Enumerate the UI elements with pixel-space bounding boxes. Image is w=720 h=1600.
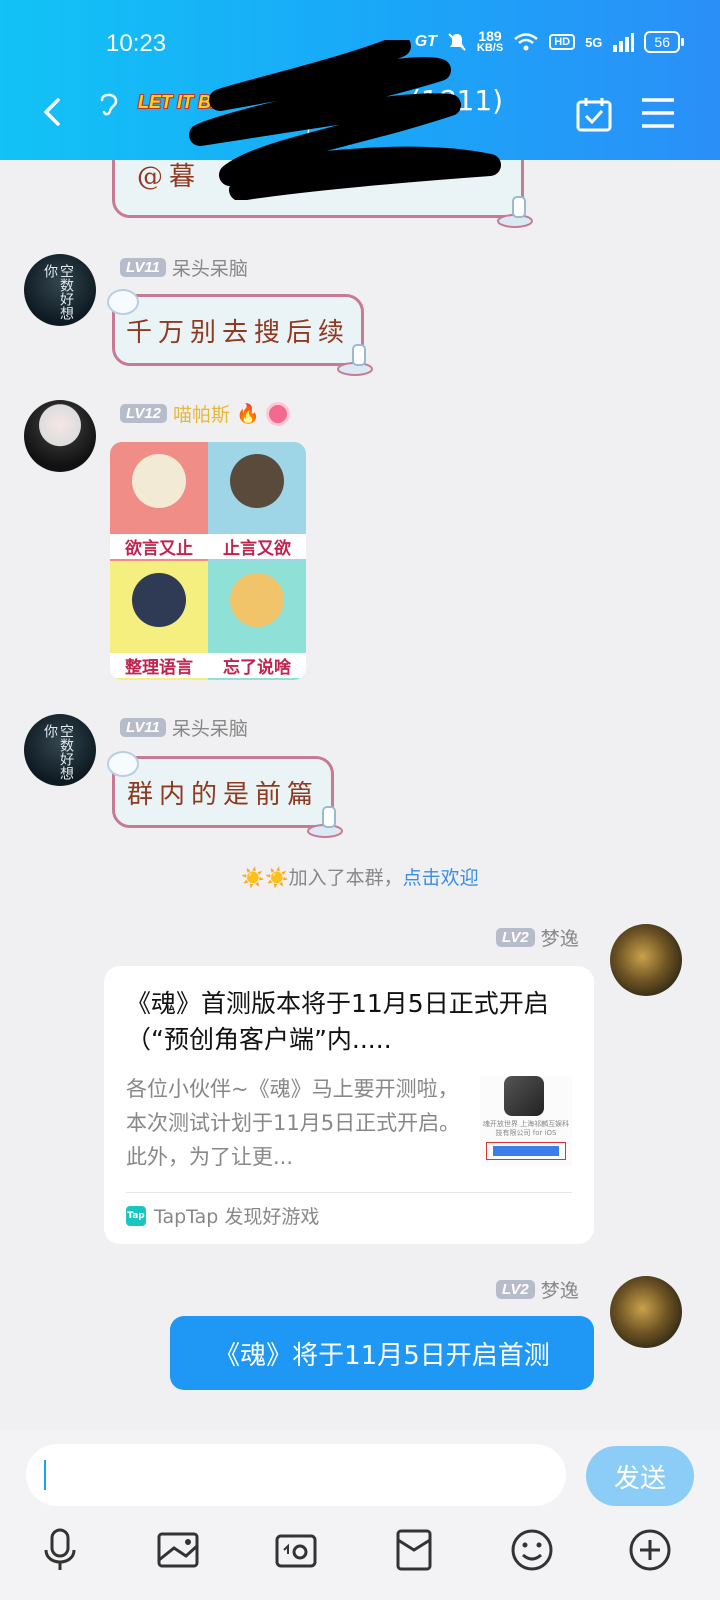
avatar[interactable] [24, 400, 96, 472]
sender-name[interactable]: 呆头呆脑 [172, 254, 248, 281]
brand-mark: GT [414, 33, 437, 50]
sticker-text: @暮 [137, 161, 202, 192]
signal-icon [613, 33, 635, 52]
sender-meta: LV2 梦逸 [496, 1276, 579, 1303]
sender-meta: LV11 呆头呆脑 [120, 254, 248, 281]
calendar-check-icon[interactable] [574, 94, 614, 134]
sticker-caption: 忘了说啥 [208, 653, 306, 678]
share-card[interactable]: 《魂》首测版本将于11月5日正式开启（“预创角客户端”内..... 各位小伙伴~… [104, 966, 594, 1244]
mute-icon [448, 33, 466, 51]
emoji-icon[interactable] [508, 1526, 556, 1574]
net-speed: 189 KB/S [476, 28, 504, 54]
app-icon [504, 1076, 544, 1116]
sticker-image[interactable]: 欲言又止 止言又欲 整理语言 忘了说啥 [110, 442, 306, 680]
thumb-caption: 魂开放世界 上海祁麟互娱科技有限公司 for iOS [482, 1120, 570, 1137]
member-count: (1811) [410, 84, 504, 117]
card-thumbnail: 魂开放世界 上海祁麟互娱科技有限公司 for iOS [480, 1076, 572, 1166]
network-type: 5G [585, 34, 603, 50]
level-badge: LV12 [120, 404, 168, 423]
system-join-tip: ☀️☀️加入了本群，点击欢迎 [0, 863, 720, 890]
battery-indicator: 56 [644, 31, 684, 53]
text-caret [44, 1460, 46, 1490]
wifi-icon [514, 33, 538, 51]
group-logo: LET IT BE [138, 92, 223, 112]
sender-meta: LV12 喵帕斯 🔥 [120, 400, 290, 427]
source-label: TapTap 发现好游戏 [154, 1206, 320, 1228]
divider [126, 1192, 572, 1193]
soap-bottle-icon [337, 344, 373, 376]
level-badge: LV11 [120, 258, 166, 277]
back-button[interactable] [34, 92, 74, 132]
sender-name[interactable]: 梦逸 [541, 1276, 579, 1303]
input-toolbar [0, 1526, 720, 1590]
sticker-caption: 整理语言 [110, 653, 208, 678]
red-packet-icon[interactable] [390, 1526, 438, 1574]
level-badge: LV2 [496, 928, 535, 947]
sticker-bubble[interactable]: 千万别去搜后续 [107, 289, 373, 376]
sender-meta: LV2 梦逸 [496, 924, 579, 951]
sun-emoji: ☀️☀️ [241, 867, 289, 889]
image-icon[interactable] [154, 1526, 202, 1574]
microphone-icon[interactable] [36, 1526, 84, 1574]
sticker-text: 千万别去搜后续 [125, 317, 350, 348]
sticker-cell: 忘了说啥 [208, 561, 306, 680]
sticker-cell: 止言又欲 [208, 442, 306, 561]
chat-list[interactable]: @暮 空数好想你 LV11 呆头呆脑 千万别去搜后续 LV12 喵帕斯 🔥 欲言… [0, 160, 720, 1430]
hd-badge: HD [549, 34, 576, 50]
sticker-cell: 整理语言 [110, 561, 208, 680]
avatar[interactable] [610, 924, 682, 996]
sender-name[interactable]: 呆头呆脑 [172, 714, 248, 741]
online-count: 人在线 [300, 129, 351, 149]
system-tip-text: 加入了本群， [288, 867, 403, 889]
sticker-caption: 欲言又止 [110, 534, 208, 559]
avatar[interactable] [610, 1276, 682, 1348]
level-badge: LV2 [496, 1280, 535, 1299]
flower-badge-icon [265, 401, 290, 426]
sticker-bubble-partial[interactable]: @暮 [112, 160, 533, 228]
message-input[interactable] [26, 1444, 566, 1506]
fire-icon: 🔥 [236, 403, 260, 425]
card-source: Tap TapTap 发现好游戏 [126, 1202, 319, 1229]
avatar[interactable]: 空数好想你 [24, 714, 96, 786]
send-button[interactable]: 发送 [586, 1446, 694, 1506]
menu-icon[interactable] [640, 96, 676, 130]
soap-bottle-icon [497, 196, 533, 228]
text-bubble[interactable]: 《魂》将于11月5日开启首测 [170, 1316, 594, 1390]
card-title: 《魂》首测版本将于11月5日正式开启（“预创角客户端”内..... [126, 989, 549, 1054]
sticker-text: 群内的是前篇 [126, 779, 319, 810]
status-time: 10:23 [106, 30, 167, 57]
camera-icon[interactable] [272, 1526, 320, 1574]
sticker-bubble[interactable]: 群内的是前篇 [107, 751, 343, 838]
plus-icon[interactable] [626, 1526, 674, 1574]
thumb-button [486, 1142, 566, 1160]
sender-name[interactable]: 梦逸 [541, 924, 579, 951]
soap-bottle-icon [307, 806, 343, 838]
sender-name[interactable]: 喵帕斯 [173, 400, 230, 427]
welcome-link[interactable]: 点击欢迎 [403, 867, 479, 889]
taptap-icon: Tap [126, 1205, 146, 1226]
chat-header: 10:23 GT 189 KB/S HD 5G 56 LET IT BE (181… [0, 0, 720, 160]
sticker-cell: 欲言又止 [110, 442, 208, 561]
group-title[interactable]: (1811) [230, 82, 503, 117]
level-badge: LV11 [120, 718, 166, 737]
avatar[interactable]: 空数好想你 [24, 254, 96, 326]
status-icons: GT 189 KB/S HD 5G 56 [414, 28, 684, 54]
sender-meta: LV11 呆头呆脑 [120, 714, 248, 741]
card-description: 各位小伙伴~《魂》马上要开测啦，本次测试计划于11月5日正式开启。此外，为了让更… [126, 1077, 461, 1169]
ear-icon[interactable] [96, 88, 122, 118]
input-bar: 发送 [0, 1430, 720, 1600]
sticker-caption: 止言又欲 [208, 534, 306, 559]
